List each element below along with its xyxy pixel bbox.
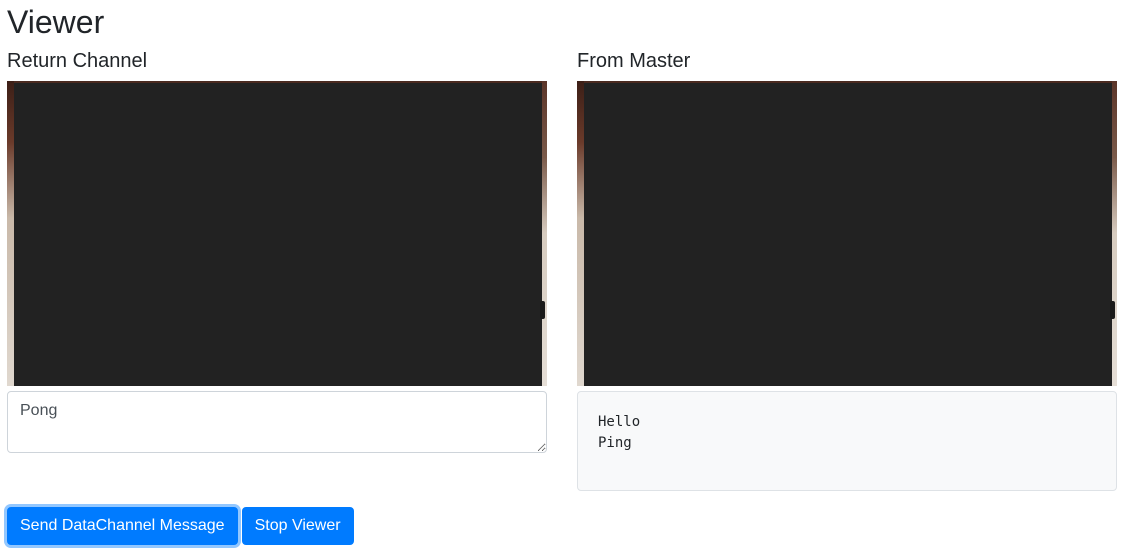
action-buttons: Send DataChannel Message Stop Viewer — [7, 507, 354, 545]
video-edge-left — [577, 81, 584, 386]
return-channel-heading: Return Channel — [7, 50, 148, 72]
video-edge-left — [7, 81, 14, 386]
remote-video — [577, 81, 1117, 386]
log-line: Hello — [598, 414, 641, 430]
local-video-frame — [14, 83, 542, 386]
from-master-panel: From Master Hello Ping — [577, 48, 1117, 491]
page-title: Viewer — [7, 4, 105, 40]
return-channel-panel: Return Channel — [7, 48, 547, 453]
datachannel-message-input[interactable] — [7, 391, 547, 453]
from-master-heading: From Master — [577, 50, 691, 72]
stop-viewer-button[interactable]: Stop Viewer — [241, 507, 354, 545]
video-edge-notch — [540, 301, 545, 319]
received-messages-log: Hello Ping — [577, 391, 1117, 491]
video-edge-right — [542, 81, 547, 386]
video-edge-right — [1112, 81, 1117, 386]
video-edge-notch — [1110, 301, 1115, 319]
send-datachannel-message-button[interactable]: Send DataChannel Message — [7, 507, 238, 545]
remote-video-frame — [584, 83, 1112, 386]
log-line: Ping — [598, 435, 632, 451]
local-video — [7, 81, 547, 386]
